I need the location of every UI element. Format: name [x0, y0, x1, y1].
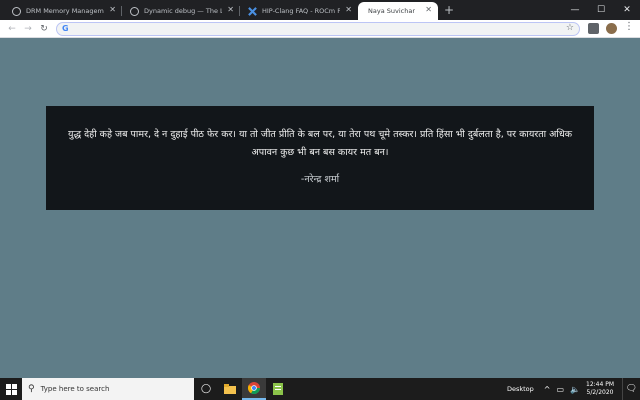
chevron-up-icon[interactable]: ^: [544, 385, 551, 394]
close-tab-icon[interactable]: ✕: [345, 5, 352, 14]
clock[interactable]: 12:44 PM 5/2/2020: [586, 381, 614, 397]
desktop-toolbar[interactable]: Desktop: [507, 385, 534, 393]
tab-dynamic-debug[interactable]: Dynamic debug — The Linux Ker ✕: [122, 2, 240, 20]
tab-title: Dynamic debug — The Linux Ker: [144, 7, 222, 15]
notepad-icon[interactable]: [266, 378, 290, 400]
close-tab-icon[interactable]: ✕: [109, 5, 116, 14]
google-icon: G: [62, 24, 69, 33]
task-view-icon[interactable]: ◯: [194, 378, 218, 400]
volume-icon[interactable]: 🔈: [570, 385, 580, 394]
windows-taskbar: ⚲ Type here to search ◯ Desktop ^ ▭ 🔈 12…: [0, 378, 640, 400]
network-icon[interactable]: ▭: [556, 385, 564, 394]
search-icon: ⚲: [28, 384, 35, 394]
start-button[interactable]: [0, 378, 22, 400]
tab-strip: DRM Memory Management — The ✕ Dynamic de…: [0, 0, 640, 20]
tab-title: DRM Memory Management — The: [26, 7, 104, 15]
back-arrow-icon[interactable]: ←: [4, 24, 20, 34]
file-explorer-icon[interactable]: [218, 378, 242, 400]
system-tray: Desktop ^ ▭ 🔈 12:44 PM 5/2/2020 🗨: [507, 378, 640, 400]
globe-icon: [12, 7, 21, 16]
tab-hip-clang[interactable]: HIP-Clang FAQ - ROCm Platform ✕: [240, 2, 358, 20]
close-tab-icon[interactable]: ✕: [227, 5, 234, 14]
extension-icon[interactable]: [588, 23, 599, 34]
page-content: युद्ध देही कहे जब पामर, दे न दुहाई पीठ फ…: [0, 38, 640, 378]
notification-icon[interactable]: 🗨: [622, 378, 640, 400]
forward-arrow-icon[interactable]: →: [20, 24, 36, 34]
clock-time: 12:44 PM: [586, 381, 614, 388]
close-window-button[interactable]: ✕: [614, 0, 640, 20]
minimize-button[interactable]: —: [562, 0, 588, 20]
address-input[interactable]: [73, 24, 553, 34]
address-bar[interactable]: G ☆: [56, 22, 580, 36]
taskbar-search[interactable]: ⚲ Type here to search: [22, 378, 194, 400]
tab-naya-suvichar[interactable]: Naya Suvichar ✕: [358, 2, 438, 20]
menu-dots-icon[interactable]: ⋮: [624, 21, 634, 32]
maximize-button[interactable]: ☐: [588, 0, 614, 20]
quote-author: -नरेन्द्र शर्मा: [300, 174, 340, 185]
quote-text: युद्ध देही कहे जब पामर, दे न दुहाई पीठ फ…: [67, 129, 572, 158]
new-tab-button[interactable]: +: [444, 2, 454, 20]
profile-avatar[interactable]: [606, 23, 617, 34]
rocm-icon: [248, 7, 257, 16]
tab-title: Naya Suvichar: [368, 7, 415, 15]
chrome-icon[interactable]: [242, 378, 266, 400]
reload-icon[interactable]: ↻: [36, 24, 52, 34]
tab-drm-memory[interactable]: DRM Memory Management — The ✕: [4, 2, 122, 20]
tab-title: HIP-Clang FAQ - ROCm Platform: [262, 7, 340, 15]
globe-icon: [130, 7, 139, 16]
browser-toolbar: ← → ↻ G ☆: [0, 20, 640, 38]
windows-logo-icon: [5, 383, 17, 395]
bookmark-star-icon[interactable]: ☆: [566, 23, 574, 33]
window-controls: — ☐ ✕: [562, 0, 640, 20]
clock-date: 5/2/2020: [586, 389, 614, 396]
quote-card: युद्ध देही कहे जब पामर, दे न दुहाई पीठ फ…: [46, 106, 594, 210]
close-tab-icon[interactable]: ✕: [425, 5, 432, 14]
search-placeholder: Type here to search: [40, 385, 110, 393]
